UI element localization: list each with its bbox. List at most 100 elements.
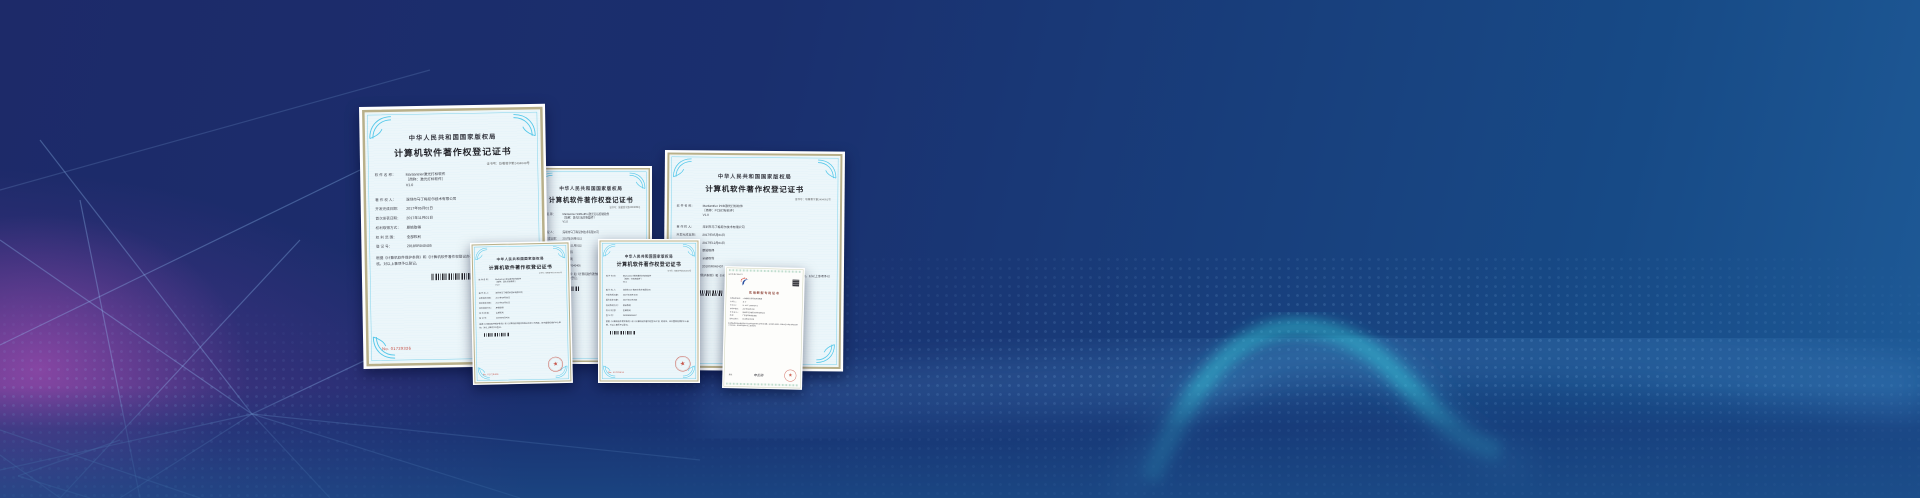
field-value: Martiantrier S/M/LdPro激光打标控制软件 ［简称：激光打标控… [563, 213, 642, 224]
field-label: 权 利 范 围： [606, 309, 623, 312]
field-row: 软 件 名 称：Martiantrier S/M/LdPro激光打标控制软件 ［… [540, 213, 641, 224]
certificate-copyright-5: 中华人民共和国国家版权局 计算机软件著作权登记证书 证书号：软著登字第24040… [598, 239, 700, 383]
certificate-paper: 中华人民共和国国家版权局 计算机软件著作权登记证书 证书号：软著登字第24040… [600, 241, 699, 382]
field-label: 地 址： [730, 314, 743, 316]
certificate-title: 计算机软件著作权登记证书 [540, 194, 641, 204]
corner-flourish-icon [629, 173, 646, 190]
reflection-fade-overlay [0, 386, 1920, 498]
field-row: 开发完成日期：2017年05月01日 [375, 204, 532, 212]
logo-row [730, 277, 799, 288]
certificate-body: 中华人民共和国国家版权局 计算机软件著作权登记证书 证书号：软著登字第24040… [474, 245, 569, 381]
corner-flourish-icon [513, 113, 536, 136]
corner-flourish-icon [817, 159, 836, 178]
certificate-paper: 证书号 第6789012号 实用新型专利证书 实用新型名称：一种激光打标机的定位… [723, 267, 803, 388]
qr-code [792, 280, 799, 287]
field-value: 2018年04月10日 [742, 318, 798, 322]
seal-star: ★ [788, 373, 793, 379]
field-row: 权 利 范 围：全部权利 [479, 310, 564, 315]
corner-flourish-icon [553, 246, 566, 259]
field-value: 原始取得 [623, 304, 692, 307]
field-row: 软 件 名 称：Martiantrier 双头激光打标软件 ［简称：双头打标软件… [478, 276, 563, 286]
field-row: 著 作 权 人：深圳市马丁梅尼尔技术有限公司 [676, 225, 832, 231]
serial-number: No. 01729410 [608, 371, 624, 374]
patent-footer: 局长 申长雨 ★ [729, 368, 797, 382]
field-value: 全部权利 [623, 309, 692, 312]
stamp-star: ★ [552, 361, 559, 368]
field-row: 著 作 权 人：深圳市马丁梅尼尔技术有限公司 [540, 231, 641, 235]
field-label: 实用新型名称： [730, 297, 743, 299]
field-value: 2017年11月05日 [623, 299, 692, 302]
field-row: 权利取得方式：原始取得 [606, 304, 692, 307]
issuing-authority: 中华人民共和国国家版权局 [374, 131, 531, 143]
field-row: 登 记 号：2018SR050407 [606, 314, 692, 317]
barcode [484, 333, 510, 337]
field-value: 深圳市马丁梅尼尔技术有限公司 [495, 290, 563, 294]
corner-flourish-icon [475, 248, 488, 261]
field-value: Martiantrier 数控激光打标机软件 ［简称：打标机软件］ V1.0 [623, 275, 692, 284]
field-row: 著 作 权 人：深圳市马丁梅尼尔技术有限公司 [606, 288, 692, 291]
issuer-signature: 申长雨 [753, 372, 763, 377]
field-label: 软 件 名 称： [478, 278, 495, 287]
field-rows: 软 件 名 称：Martiantrier 双头激光打标软件 ［简称：双头打标软件… [478, 276, 563, 319]
patent-title: 实用新型专利证书 [726, 289, 802, 295]
issuing-authority: 中华人民共和国国家版权局 [606, 253, 692, 258]
field-value: 全部权利 [407, 232, 533, 239]
field-label: 开发完成日期： [375, 206, 406, 212]
registration-paragraph: 根据《计算机软件保护条例》和《计算机软件著作权登记办法》的规定，经中国版权保护中… [606, 320, 692, 327]
serial-number: No. 01729409 [483, 373, 499, 376]
field-value: 2017年04月30日 [496, 295, 564, 299]
field-row: 首次发表日期：2017年10月01日 [479, 300, 564, 305]
field-value: 2017年12月01日 [702, 241, 832, 247]
serial-number: No. 01729326 [382, 346, 411, 351]
field-row: 著 作 权 人：深圳市马丁梅尼尔技术有限公司 [479, 290, 564, 295]
certificate-number: 证书号：软著登字第2404049号 [374, 160, 529, 167]
field-row: 开发完成日期：2017年06月30日 [606, 294, 692, 297]
field-value: 深圳市马丁梅尼尔技术有限公司 [563, 231, 642, 235]
issuing-authority: 中华人民共和国国家版权局 [540, 185, 641, 192]
field-label: 权 利 范 围： [479, 312, 496, 315]
certificate-number: 证书号：软著登字第2404052号 [478, 271, 562, 275]
field-row: 权利取得方式：原始取得 [376, 223, 533, 231]
field-label: 开发完成日期： [479, 296, 496, 299]
certificate-number: 证书号：软著登字第2404053号 [606, 269, 691, 272]
field-label: 软 件 名 称： [375, 172, 406, 188]
barcode [610, 331, 636, 335]
certificate-patent: 证书号 第6789012号 实用新型专利证书 实用新型名称：一种激光打标机的定位… [722, 266, 805, 390]
field-label: 软 件 名 称： [606, 275, 623, 284]
corner-flourish-icon [673, 158, 692, 177]
field-value: 原始取得 [407, 223, 533, 230]
field-value: 2017年05月01日 [702, 233, 832, 239]
field-label: 首次发表日期： [375, 216, 406, 222]
certificates-stage: 中华人民共和国国家版权局 计算机软件著作权登记证书 证书号：软著登字第24040… [0, 0, 1920, 390]
field-value: 深圳市马丁梅尼尔技术有限公司 [702, 225, 832, 231]
field-value: 全部权利 [496, 310, 564, 314]
field-row: 软 件 名 称：Martiantrier 数控激光打标机软件 ［简称：打标机软件… [606, 275, 692, 284]
field-label: 著 作 权 人： [479, 291, 496, 294]
corner-flourish-icon [816, 344, 835, 363]
field-label: 登 记 号： [606, 314, 623, 317]
certificate-title: 计算机软件著作权登记证书 [677, 183, 833, 195]
registration-paragraph: 根据《计算机软件保护条例》和《计算机软件著作权登记办法》的规定，经中国版权保护中… [479, 321, 564, 329]
field-label: 著 作 权 人： [676, 225, 702, 230]
field-label: 权 利 范 围： [376, 234, 407, 240]
field-value: 深圳市马丁梅尼尔技术有限公司 [406, 195, 532, 202]
field-row: 软 件 名 称：Martiantrier PCB激光打标软件 ［简称：PCB打标… [677, 204, 833, 219]
field-label: 权利取得方式： [479, 306, 496, 309]
field-row: 权利取得方式：原始取得 [479, 305, 564, 310]
corner-flourish-icon [369, 116, 392, 139]
field-label: 权利取得方式： [376, 225, 407, 231]
field-label: 首次发表日期： [606, 299, 623, 302]
field-value: 2018SR050406 [496, 315, 564, 319]
certificate-number: 证书号：软著登字第2404050号 [540, 206, 640, 209]
certificate-paper: 中华人民共和国国家版权局 计算机软件著作权登记证书 证书号：软著登字第24040… [472, 242, 572, 383]
field-value: 2017年06月30日 [623, 294, 692, 297]
field-row: 授权公告日：2018年04月10日 [730, 318, 798, 322]
field-row: 首次发表日期：2017年11月01日 [375, 214, 532, 222]
stamp-star: ★ [680, 360, 687, 367]
field-row: 软 件 名 称：Martiantrier激光打标软件 ［简称：激光打标软件］ V… [375, 170, 532, 188]
certificate-title: 计算机软件著作权登记证书 [606, 261, 692, 268]
field-row: 开发完成日期：2017年04月30日 [479, 295, 564, 300]
field-value: 2017年11月01日 [406, 214, 532, 221]
certificate-number: 证书号：软著登字第2404051号 [677, 197, 831, 202]
field-label: 专 利 号： [730, 304, 743, 306]
